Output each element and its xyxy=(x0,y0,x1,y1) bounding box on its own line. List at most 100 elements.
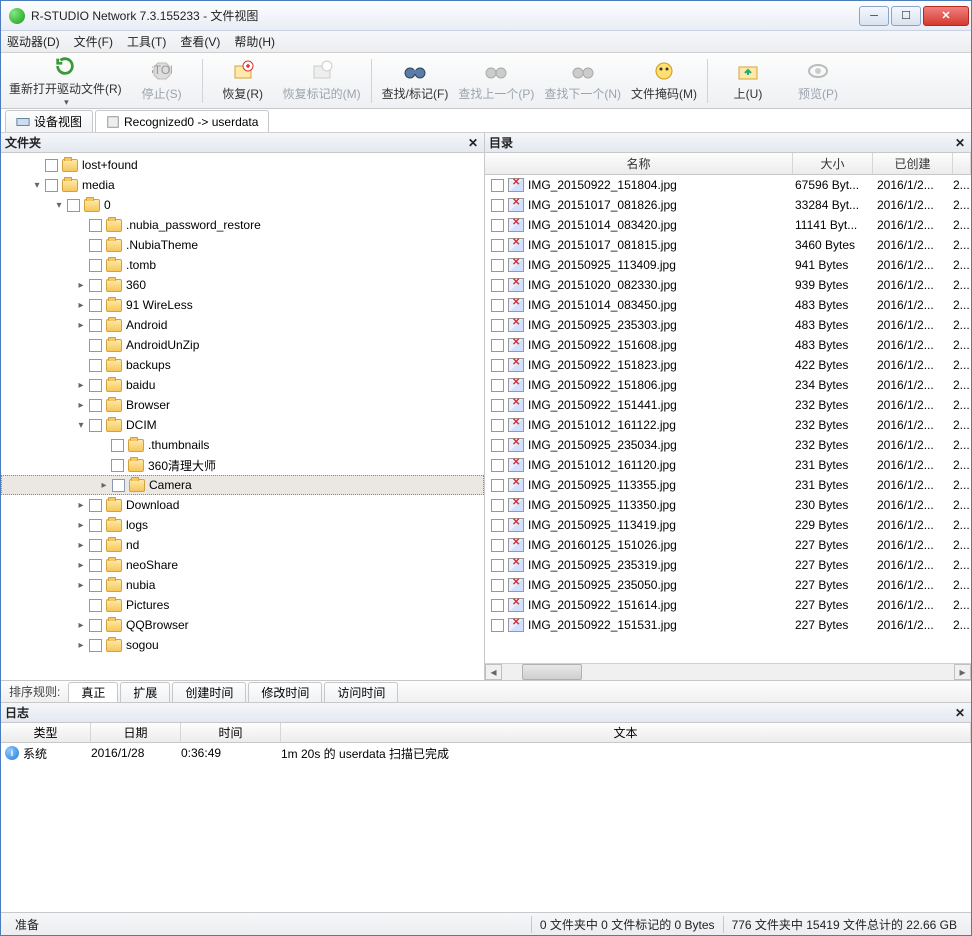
tool-find-prev[interactable]: 查找上一个(P) xyxy=(458,59,534,102)
sort-mtime[interactable]: 修改时间 xyxy=(248,682,322,702)
checkbox[interactable] xyxy=(491,619,504,632)
expand-icon[interactable] xyxy=(75,259,87,271)
panel-close-icon[interactable]: ✕ xyxy=(953,136,967,150)
file-row[interactable]: IMG_20150925_235034.jpg232 Bytes2016/1/2… xyxy=(485,435,971,455)
tree-item[interactable]: 360清理大师 xyxy=(1,455,484,475)
checkbox[interactable] xyxy=(89,599,102,612)
file-row[interactable]: IMG_20150922_151531.jpg227 Bytes2016/1/2… xyxy=(485,615,971,635)
expand-icon[interactable] xyxy=(75,599,87,611)
tool-up[interactable]: 上(U) xyxy=(718,59,778,102)
tree-item[interactable]: ▸logs xyxy=(1,515,484,535)
menu-drive[interactable]: 驱动器(D) xyxy=(7,33,60,50)
expand-icon[interactable]: ▾ xyxy=(75,419,87,431)
tree-item[interactable]: ▸nd xyxy=(1,535,484,555)
sort-real[interactable]: 真正 xyxy=(68,682,118,702)
expand-icon[interactable]: ▸ xyxy=(75,579,87,591)
scroll-thumb[interactable] xyxy=(522,664,582,680)
tab-device-view[interactable]: 设备视图 xyxy=(5,110,93,132)
expand-icon[interactable]: ▸ xyxy=(75,319,87,331)
tree-item[interactable]: ▸baidu xyxy=(1,375,484,395)
checkbox[interactable] xyxy=(89,539,102,552)
tool-recover[interactable]: 恢复(R) xyxy=(213,59,273,102)
checkbox[interactable] xyxy=(67,199,80,212)
tree-item[interactable]: .tomb xyxy=(1,255,484,275)
checkbox[interactable] xyxy=(89,499,102,512)
expand-icon[interactable]: ▾ xyxy=(53,199,65,211)
checkbox[interactable] xyxy=(491,219,504,232)
log-col-time[interactable]: 时间 xyxy=(181,723,281,742)
tree-item[interactable]: ▸Camera xyxy=(1,475,484,495)
checkbox[interactable] xyxy=(491,579,504,592)
tree-item[interactable]: ▸QQBrowser xyxy=(1,615,484,635)
log-row[interactable]: i系统2016/1/280:36:491m 20s 的 userdata 扫描已… xyxy=(1,743,971,763)
checkbox[interactable] xyxy=(89,379,102,392)
file-row[interactable]: IMG_20150925_113355.jpg231 Bytes2016/1/2… xyxy=(485,475,971,495)
tree-item[interactable]: ▸Android xyxy=(1,315,484,335)
checkbox[interactable] xyxy=(491,499,504,512)
checkbox[interactable] xyxy=(491,179,504,192)
panel-close-icon[interactable]: ✕ xyxy=(466,136,480,150)
col-name[interactable]: 名称 xyxy=(485,153,793,174)
expand-icon[interactable]: ▸ xyxy=(75,519,87,531)
sort-ext[interactable]: 扩展 xyxy=(120,682,170,702)
tree-item[interactable]: lost+found xyxy=(1,155,484,175)
sort-ctime[interactable]: 创建时间 xyxy=(172,682,246,702)
tree-item[interactable]: ▸nubia xyxy=(1,575,484,595)
tree-item[interactable]: Pictures xyxy=(1,595,484,615)
file-row[interactable]: IMG_20151017_081815.jpg3460 Bytes2016/1/… xyxy=(485,235,971,255)
checkbox[interactable] xyxy=(89,279,102,292)
checkbox[interactable] xyxy=(89,259,102,272)
col-created[interactable]: 已创建 xyxy=(873,153,953,174)
file-row[interactable]: IMG_20150922_151804.jpg67596 Byt...2016/… xyxy=(485,175,971,195)
file-row[interactable]: IMG_20150925_235050.jpg227 Bytes2016/1/2… xyxy=(485,575,971,595)
checkbox[interactable] xyxy=(491,199,504,212)
expand-icon[interactable]: ▸ xyxy=(75,299,87,311)
expand-icon[interactable] xyxy=(75,219,87,231)
tool-mask[interactable]: 文件掩码(M) xyxy=(631,59,697,102)
expand-icon[interactable] xyxy=(75,239,87,251)
file-row[interactable]: IMG_20151012_161122.jpg232 Bytes2016/1/2… xyxy=(485,415,971,435)
maximize-button[interactable]: ☐ xyxy=(891,6,921,26)
tree-item[interactable]: AndroidUnZip xyxy=(1,335,484,355)
h-scrollbar[interactable]: ◂ ▸ xyxy=(485,663,971,680)
tree-item[interactable]: backups xyxy=(1,355,484,375)
checkbox[interactable] xyxy=(89,219,102,232)
col-extra[interactable] xyxy=(953,153,971,174)
checkbox[interactable] xyxy=(111,439,124,452)
panel-close-icon[interactable]: ✕ xyxy=(953,706,967,720)
tool-preview[interactable]: 预览(P) xyxy=(788,59,848,102)
menu-file[interactable]: 文件(F) xyxy=(74,33,113,50)
tool-find[interactable]: 查找/标记(F) xyxy=(382,59,449,102)
tree-item[interactable]: .NubiaTheme xyxy=(1,235,484,255)
file-row[interactable]: IMG_20150922_151441.jpg232 Bytes2016/1/2… xyxy=(485,395,971,415)
tree-item[interactable]: ▾0 xyxy=(1,195,484,215)
checkbox[interactable] xyxy=(491,599,504,612)
file-row[interactable]: IMG_20160125_151026.jpg227 Bytes2016/1/2… xyxy=(485,535,971,555)
file-row[interactable]: IMG_20150922_151823.jpg422 Bytes2016/1/2… xyxy=(485,355,971,375)
file-row[interactable]: IMG_20150922_151806.jpg234 Bytes2016/1/2… xyxy=(485,375,971,395)
checkbox[interactable] xyxy=(89,239,102,252)
tool-stop[interactable]: STOP 停止(S) xyxy=(132,59,192,102)
file-row[interactable]: IMG_20150925_113419.jpg229 Bytes2016/1/2… xyxy=(485,515,971,535)
menu-help[interactable]: 帮助(H) xyxy=(234,33,275,50)
file-row[interactable]: IMG_20151017_081826.jpg33284 Byt...2016/… xyxy=(485,195,971,215)
checkbox[interactable] xyxy=(491,239,504,252)
col-size[interactable]: 大小 xyxy=(793,153,873,174)
checkbox[interactable] xyxy=(491,279,504,292)
folder-tree[interactable]: lost+found▾media▾0.nubia_password_restor… xyxy=(1,153,484,680)
file-row[interactable]: IMG_20150925_235319.jpg227 Bytes2016/1/2… xyxy=(485,555,971,575)
tree-item[interactable]: ▸Browser xyxy=(1,395,484,415)
checkbox[interactable] xyxy=(45,159,58,172)
checkbox[interactable] xyxy=(491,359,504,372)
expand-icon[interactable] xyxy=(75,359,87,371)
checkbox[interactable] xyxy=(89,299,102,312)
checkbox[interactable] xyxy=(89,559,102,572)
log-col-text[interactable]: 文本 xyxy=(281,723,971,742)
tree-item[interactable]: ▸neoShare xyxy=(1,555,484,575)
expand-icon[interactable]: ▸ xyxy=(75,559,87,571)
log-body[interactable]: i系统2016/1/280:36:491m 20s 的 userdata 扫描已… xyxy=(1,743,971,912)
tool-find-next[interactable]: 查找下一个(N) xyxy=(544,59,621,102)
expand-icon[interactable]: ▸ xyxy=(75,379,87,391)
checkbox[interactable] xyxy=(491,559,504,572)
file-row[interactable]: IMG_20151020_082330.jpg939 Bytes2016/1/2… xyxy=(485,275,971,295)
